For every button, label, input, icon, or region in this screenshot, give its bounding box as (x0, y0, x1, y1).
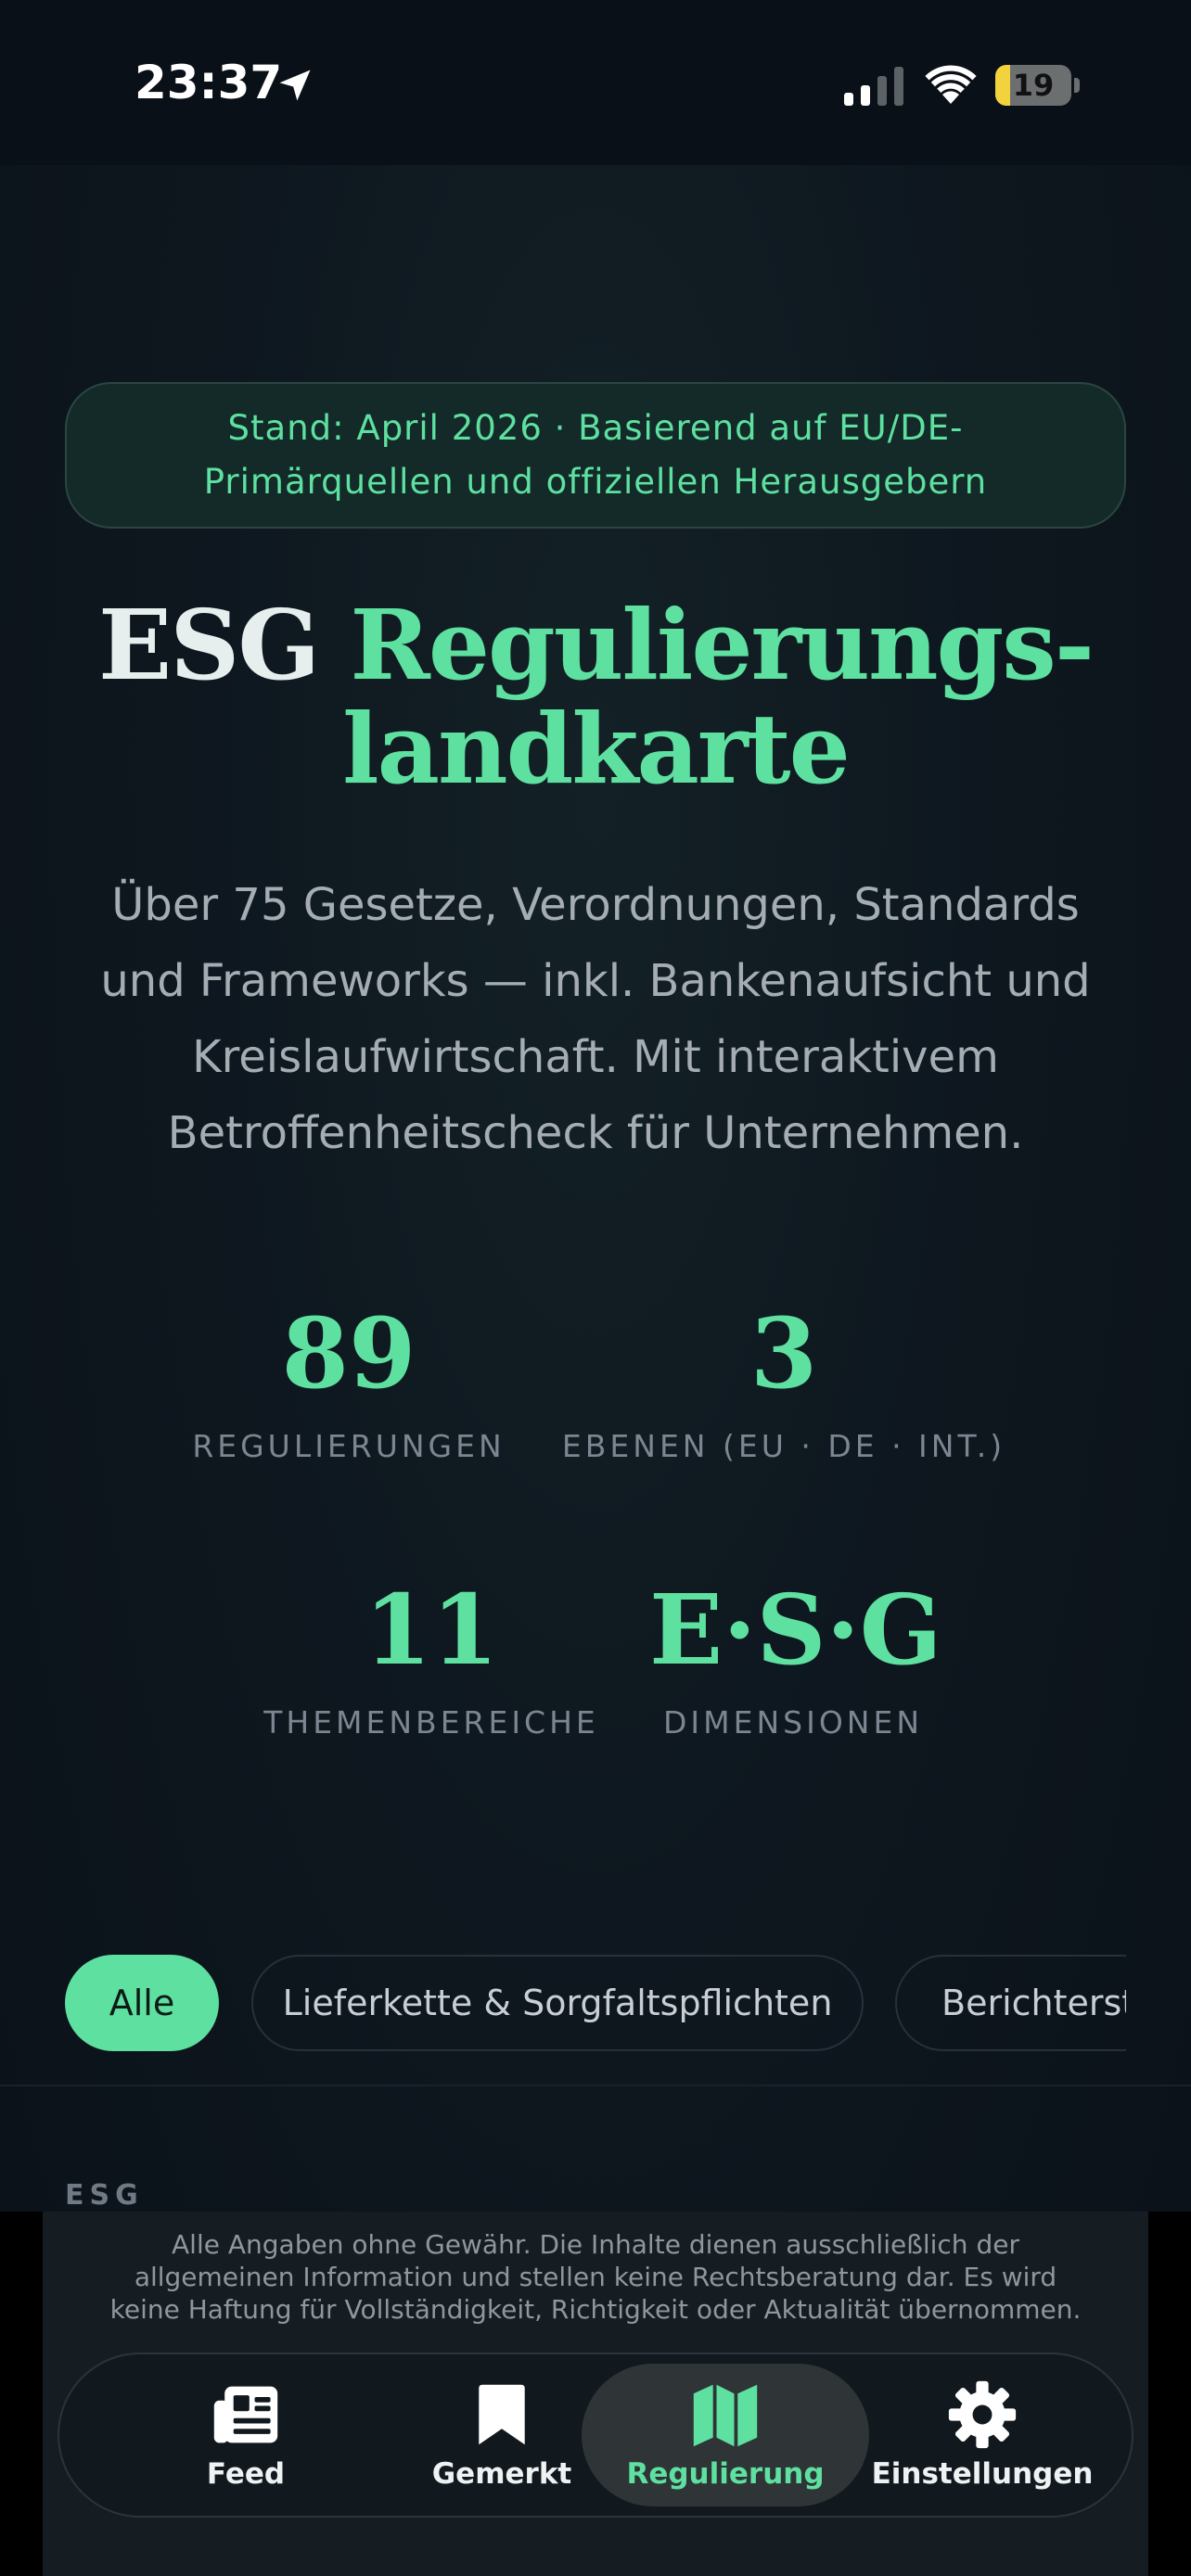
chip-label: Lieferkette & Sorgfaltspflichten (282, 1983, 833, 2023)
stat-value: 89 (281, 1296, 416, 1410)
chip-label: Berichterst (941, 1983, 1126, 2023)
status-bar: 23:37 19 (0, 0, 1191, 165)
newspaper-icon (213, 2386, 278, 2443)
tab-label: Feed (206, 2457, 286, 2491)
stat-value: 11 (364, 1573, 499, 1687)
bottom-edge-left (0, 2212, 43, 2576)
tab-label: Gemerkt (431, 2457, 572, 2491)
disclaimer-text: Alle Angaben ohne Gewähr. Die Inhalte di… (109, 2229, 1082, 2325)
title-regulierungs: Regulierungs- (350, 588, 1095, 702)
notice-text: Stand: April 2026 · Basierend auf EU/DE-… (203, 408, 988, 502)
page-subtitle: Über 75 Gesetze, Verordnungen, Standards… (100, 879, 1091, 1159)
filter-chip-alle[interactable]: Alle (65, 1955, 219, 2051)
tab-bar: Feed Gemerkt Regulierung Einstellungen (58, 2353, 1133, 2518)
battery-icon: 19 (995, 65, 1080, 106)
cellular-signal-icon (844, 67, 903, 106)
stat-value: E·S·G (649, 1573, 942, 1687)
wifi-icon (925, 65, 977, 104)
section-divider (0, 2085, 1191, 2086)
stat-regulierungen: 89 REGULIERUNGEN (182, 1296, 516, 1465)
map-icon (693, 2384, 758, 2447)
filter-chip-row[interactable]: Alle Lieferkette & Sorgfaltspflichten Be… (65, 1955, 1126, 2053)
tab-feed[interactable]: Feed (102, 2364, 390, 2506)
stat-value: 3 (749, 1296, 818, 1410)
status-time: 23:37 (134, 56, 283, 109)
tab-label: Einstellungen (871, 2457, 1094, 2491)
filter-chip-lieferkette[interactable]: Lieferkette & Sorgfaltspflichten (251, 1955, 864, 2051)
location-arrow-icon (279, 70, 311, 101)
stat-themenbereiche: 11 THEMENBEREICHE (260, 1575, 603, 1741)
section-label-esg: ESG (65, 2179, 144, 2212)
tab-regulierung[interactable]: Regulierung (582, 2364, 869, 2506)
battery-body: 19 (995, 65, 1071, 106)
stat-label: EBENEN (EU · DE · INT.) (561, 1428, 1006, 1464)
stat-ebenen: 3 EBENEN (EU · DE · INT.) (557, 1296, 1011, 1465)
battery-level: 19 (1012, 68, 1055, 103)
chip-label: Alle (109, 1983, 175, 2023)
title-esg: ESG (98, 588, 320, 702)
bottom-edge-right (1148, 2212, 1191, 2576)
bottom-panel: Alle Angaben ohne Gewähr. Die Inhalte di… (43, 2212, 1148, 2576)
battery-cap (1074, 78, 1080, 93)
stat-label: REGULIERUNGEN (192, 1428, 506, 1464)
data-status-notice: Stand: April 2026 · Basierend auf EU/DE-… (65, 382, 1126, 529)
app-screen: 23:37 19 Stand: April 2026 · Basierend a… (0, 0, 1191, 2576)
tab-label: Regulierung (626, 2457, 825, 2491)
title-landkarte: landkarte (342, 692, 851, 806)
tab-einstellungen[interactable]: Einstellungen (839, 2364, 1126, 2506)
stat-label: THEMENBEREICHE (263, 1704, 599, 1741)
page-title: ESG Regulierungs- landkarte (0, 593, 1191, 801)
gear-icon (948, 2380, 1017, 2449)
stat-label: DIMENSIONEN (662, 1704, 924, 1741)
bookmark-icon (479, 2384, 525, 2445)
stat-dimensionen: E·S·G DIMENSIONEN (649, 1573, 942, 1741)
filter-chip-berichterstattung[interactable]: Berichterst (895, 1955, 1126, 2051)
